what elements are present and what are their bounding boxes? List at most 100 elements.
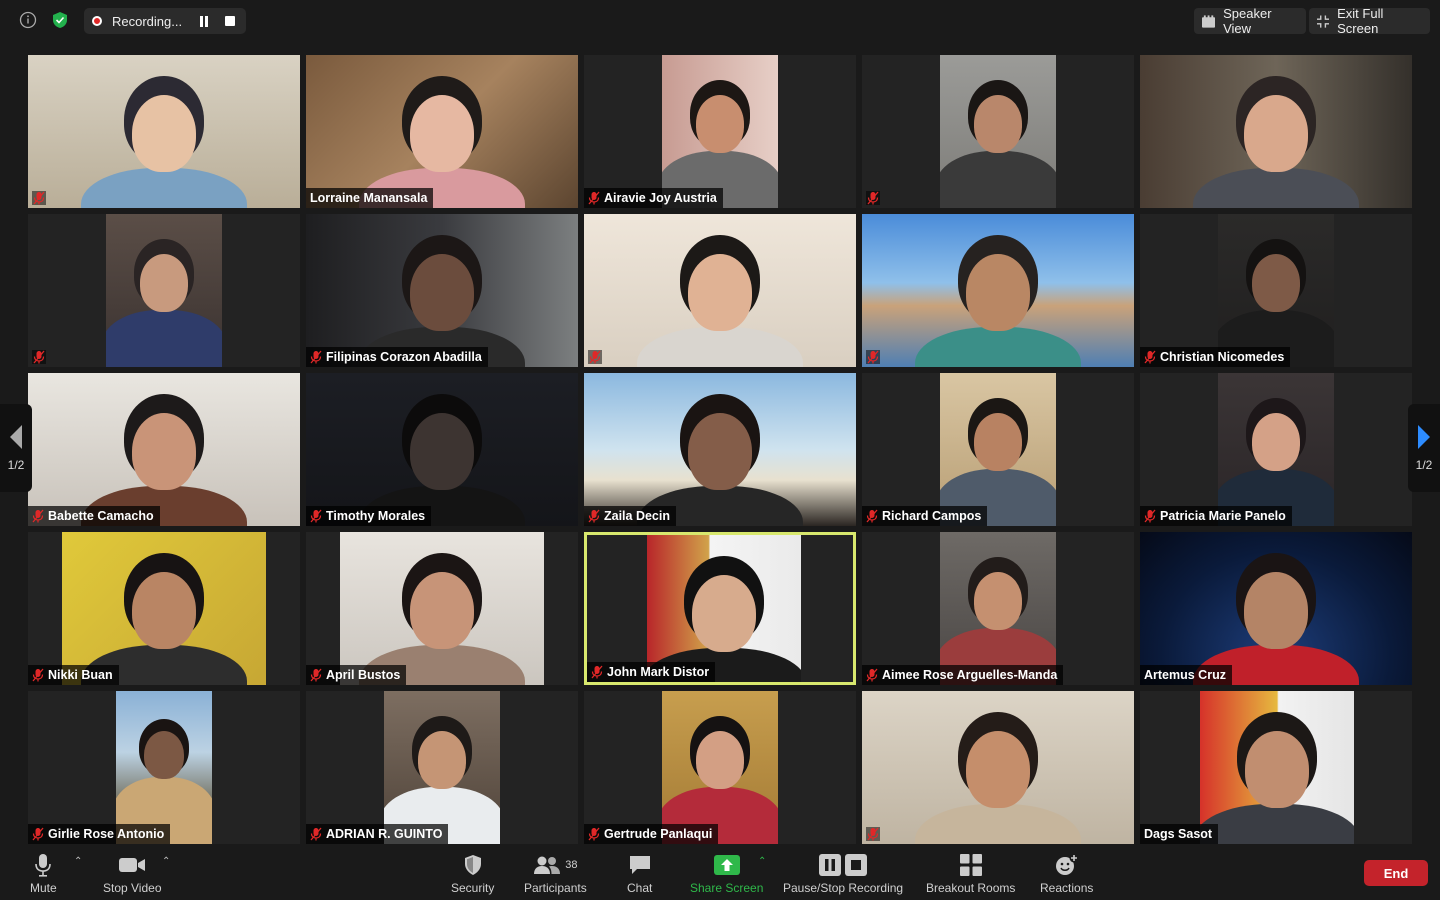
participant-face	[1244, 95, 1308, 172]
participant-video-feed	[306, 214, 578, 367]
speaker-view-button[interactable]: Speaker View	[1194, 6, 1306, 36]
pause-stop-recording-button[interactable]: Pause/Stop Recording	[783, 852, 903, 895]
participant-name-tag: Zaila Decin	[584, 506, 676, 526]
page-indicator-right: 1/2	[1415, 458, 1433, 472]
participant-video-tile[interactable]: Timothy Morales	[306, 373, 578, 526]
participant-video-tile[interactable]: Gertrude Panlaqui	[584, 691, 856, 844]
participant-video-tile[interactable]: ADRIAN R. GUINTO	[306, 691, 578, 844]
participant-video-feed	[106, 214, 222, 367]
security-button[interactable]: Security	[451, 852, 494, 895]
participant-face	[417, 731, 467, 790]
muted-microphone-icon	[32, 350, 46, 364]
meeting-top-bar: Recording... Speaker View Exit Full Scre…	[0, 0, 1440, 44]
share-options-chevron-icon[interactable]: ⌃	[758, 856, 766, 867]
reactions-button[interactable]: Reactions	[1040, 852, 1093, 895]
mute-label: Mute	[30, 881, 57, 895]
participant-video-tile[interactable]: Babette Camacho	[28, 373, 300, 526]
participant-face	[410, 413, 474, 490]
end-meeting-button[interactable]: End	[1364, 860, 1428, 886]
audio-options-chevron-icon[interactable]: ⌃	[74, 856, 82, 867]
muted-microphone-icon	[32, 827, 44, 841]
participant-face	[966, 254, 1030, 331]
participant-video-tile[interactable]: Airavie Joy Austria	[584, 55, 856, 208]
participant-video-tile[interactable]: Artemus Cruz	[1140, 532, 1412, 685]
muted-microphone-icon	[588, 350, 602, 364]
participant-video-tile[interactable]: April Bustos	[306, 532, 578, 685]
participant-name: ADRIAN R. GUINTO	[326, 827, 443, 841]
participant-video-tile[interactable]	[584, 214, 856, 367]
participant-video-tile[interactable]	[862, 691, 1134, 844]
stop-video-button[interactable]: Stop Video	[103, 852, 162, 895]
participant-video-tile[interactable]: Richard Campos	[862, 373, 1134, 526]
participant-name: Richard Campos	[882, 509, 982, 523]
participant-name-tag: John Mark Distor	[587, 662, 716, 682]
exit-full-screen-button[interactable]: Exit Full Screen	[1309, 6, 1430, 36]
participant-name: John Mark Distor	[607, 665, 710, 679]
muted-microphone-icon	[591, 665, 603, 679]
participant-name: Artemus Cruz	[1144, 668, 1226, 682]
muted-microphone-icon	[310, 668, 322, 682]
participant-video-tile[interactable]: Christian Nicomedes	[1140, 214, 1412, 367]
participant-video-feed	[647, 535, 801, 682]
participants-count: 38	[565, 859, 578, 871]
participant-body	[1200, 803, 1354, 844]
pause-recording-icon[interactable]	[196, 13, 212, 29]
participant-video-tile[interactable]	[28, 55, 300, 208]
participant-body	[636, 326, 804, 367]
muted-microphone-icon	[1144, 509, 1156, 523]
stop-recording-icon[interactable]	[222, 13, 238, 29]
share-screen-label: Share Screen	[690, 881, 764, 895]
participant-face	[688, 254, 752, 331]
participant-name: Lorraine Manansala	[310, 191, 428, 205]
breakout-rooms-button[interactable]: Breakout Rooms	[926, 852, 1015, 895]
mute-button[interactable]: Mute	[30, 852, 57, 895]
participant-video-tile[interactable]: Girlie Rose Antonio	[28, 691, 300, 844]
previous-page-button[interactable]: 1/2	[0, 404, 32, 492]
participant-face	[1251, 413, 1301, 472]
participant-video-feed	[862, 214, 1134, 367]
participant-name-tag: ADRIAN R. GUINTO	[306, 824, 449, 844]
chat-button[interactable]: Chat	[627, 852, 652, 895]
participant-body	[80, 167, 248, 208]
participant-face	[410, 572, 474, 649]
participant-name-tag: Lorraine Manansala	[306, 188, 434, 208]
participant-video-tile[interactable]: Patricia Marie Panelo	[1140, 373, 1412, 526]
participant-name: Christian Nicomedes	[1160, 350, 1285, 364]
participant-face	[143, 731, 185, 780]
participant-video-tile[interactable]: Lorraine Manansala	[306, 55, 578, 208]
participant-video-tile[interactable]: Filipinas Corazon Abadilla	[306, 214, 578, 367]
participant-video-tile[interactable]	[1140, 55, 1412, 208]
participant-video-tile[interactable]: Zaila Decin	[584, 373, 856, 526]
participant-face	[966, 731, 1030, 808]
participant-video-tile[interactable]	[862, 214, 1134, 367]
participant-video-tile[interactable]	[862, 55, 1134, 208]
participant-name-tag: Babette Camacho	[28, 506, 160, 526]
participant-face	[410, 254, 474, 331]
participant-video-tile[interactable]: John Mark Distor	[584, 532, 856, 685]
participant-video-tile[interactable]	[28, 214, 300, 367]
video-options-chevron-icon[interactable]: ⌃	[162, 856, 170, 867]
participant-body	[914, 803, 1082, 844]
participant-video-tile[interactable]: Dags Sasot	[1140, 691, 1412, 844]
participant-video-feed	[28, 373, 300, 526]
participant-video-tile[interactable]: Aimee Rose Arguelles-Manda	[862, 532, 1134, 685]
participant-video-feed	[662, 691, 778, 844]
pause-stop-recording-icon	[819, 852, 868, 878]
participant-face	[973, 95, 1023, 154]
participant-video-feed	[28, 55, 300, 208]
reactions-label: Reactions	[1040, 881, 1094, 895]
info-icon[interactable]	[18, 10, 38, 30]
encryption-shield-icon[interactable]	[50, 10, 70, 30]
participant-name: Filipinas Corazon Abadilla	[326, 350, 482, 364]
participant-name-tag: Aimee Rose Arguelles-Manda	[862, 665, 1064, 685]
muted-microphone-icon	[32, 191, 46, 205]
share-screen-button[interactable]: Share Screen	[690, 852, 763, 895]
participant-face	[973, 572, 1023, 631]
participant-video-feed	[1140, 532, 1412, 685]
participant-face	[1251, 254, 1301, 313]
microphone-icon	[34, 852, 52, 878]
participant-name-tag: Gertrude Panlaqui	[584, 824, 719, 844]
participants-button[interactable]: 38 Participants	[524, 852, 587, 895]
next-page-button[interactable]: 1/2	[1408, 404, 1440, 492]
participant-video-tile[interactable]: Nikki Buan	[28, 532, 300, 685]
